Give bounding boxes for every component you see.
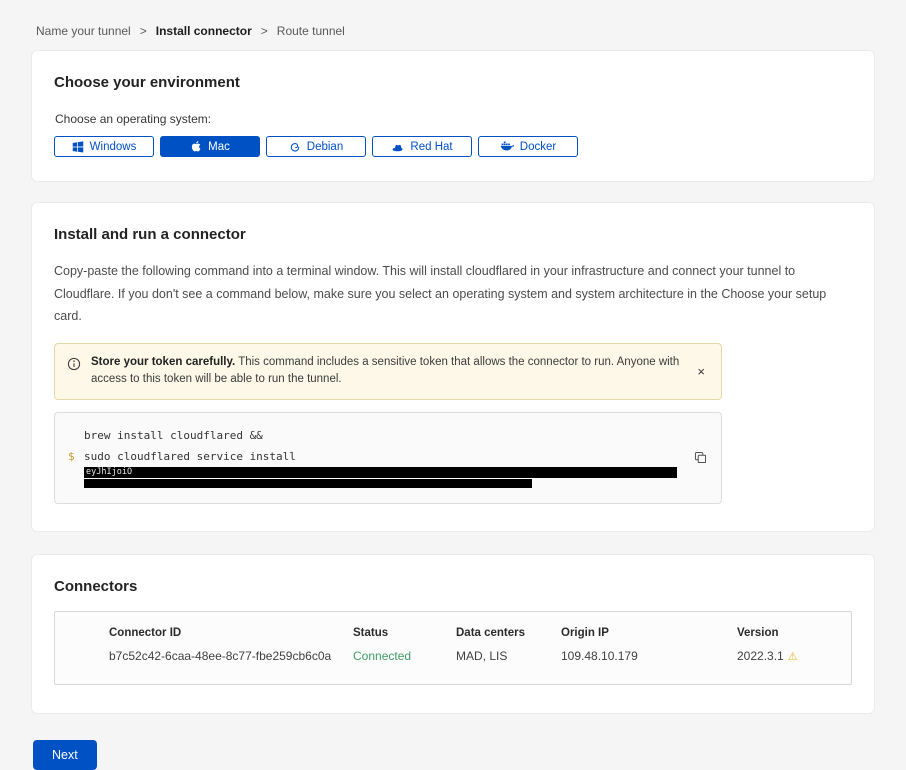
os-button-row: Windows Mac Debian Red Hat Docker (54, 136, 852, 157)
code-line-1-text: brew install cloudflared && (84, 425, 263, 446)
status-badge: Connected (353, 649, 456, 663)
os-button-label: Red Hat (410, 141, 452, 153)
connectors-table-header: Connector ID Status Data centers Origin … (55, 627, 851, 639)
table-row: b7c52c42-6caa-48ee-8c77-fbe259cb6c0a Con… (55, 649, 851, 663)
col-header-data-centers: Data centers (456, 627, 561, 639)
os-button-redhat[interactable]: Red Hat (372, 136, 472, 157)
install-description: Copy-paste the following command into a … (54, 260, 852, 328)
os-button-windows[interactable]: Windows (54, 136, 154, 157)
cell-data-centers: MAD, LIS (456, 649, 561, 663)
install-card-title: Install and run a connector (54, 226, 852, 243)
breadcrumb-step-install-connector[interactable]: Install connector (156, 24, 252, 38)
version-warning-icon: ⚠ (788, 651, 798, 663)
version-value: 2022.3.1 (737, 649, 784, 663)
token-warning-text: Store your token carefully. This command… (91, 354, 683, 390)
windows-icon (72, 141, 84, 153)
os-button-docker[interactable]: Docker (478, 136, 578, 157)
code-prompt-spacer (68, 425, 84, 446)
docker-icon (500, 141, 514, 152)
environment-card-title: Choose your environment (54, 74, 852, 91)
next-button[interactable]: Next (33, 740, 97, 770)
breadcrumb-separator: > (140, 24, 147, 38)
cell-version: 2022.3.1 ⚠ (737, 649, 851, 663)
token-warning-banner: Store your token carefully. This command… (54, 343, 722, 401)
code-line-2: $ sudo cloudflared service install (68, 446, 681, 467)
breadcrumb-separator: > (261, 24, 268, 38)
redhat-icon (391, 141, 404, 153)
shell-prompt: $ (68, 446, 84, 467)
col-header-version: Version (737, 627, 851, 639)
close-icon[interactable]: × (693, 363, 709, 380)
copy-icon[interactable] (692, 449, 709, 469)
os-button-label: Docker (520, 141, 556, 153)
breadcrumb: Name your tunnel > Install connector > R… (0, 0, 906, 38)
redacted-token: eyJhIjoiO (84, 467, 677, 478)
col-header-status: Status (353, 627, 456, 639)
debian-icon (289, 141, 301, 153)
connectors-card: Connectors Connector ID Status Data cent… (31, 554, 875, 714)
install-command-block: brew install cloudflared && $ sudo cloud… (54, 412, 722, 504)
os-button-label: Mac (208, 141, 230, 153)
token-line: eyJhIjoiO (68, 467, 681, 488)
connectors-card-title: Connectors (54, 578, 852, 595)
cell-connector-id: b7c52c42-6caa-48ee-8c77-fbe259cb6c0a (109, 649, 353, 663)
col-header-origin-ip: Origin IP (561, 627, 737, 639)
os-select-label: Choose an operating system: (55, 112, 852, 126)
environment-card: Choose your environment Choose an operat… (31, 50, 875, 182)
cell-origin-ip: 109.48.10.179 (561, 649, 737, 663)
code-line-1: brew install cloudflared && (68, 425, 681, 446)
redacted-token-bar (84, 479, 532, 488)
code-line-2-text: sudo cloudflared service install (84, 446, 296, 467)
info-icon (67, 354, 81, 376)
install-connector-card: Install and run a connector Copy-paste t… (31, 202, 875, 532)
breadcrumb-step-name-your-tunnel[interactable]: Name your tunnel (36, 24, 131, 38)
os-button-label: Windows (90, 141, 137, 153)
breadcrumb-step-route-tunnel[interactable]: Route tunnel (277, 24, 345, 38)
connectors-table: Connector ID Status Data centers Origin … (54, 611, 852, 685)
os-button-label: Debian (307, 141, 343, 153)
os-button-debian[interactable]: Debian (266, 136, 366, 157)
token-warning-bold: Store your token carefully. (91, 356, 235, 368)
apple-icon (190, 140, 202, 153)
os-button-mac[interactable]: Mac (160, 136, 260, 157)
col-header-connector-id: Connector ID (109, 627, 353, 639)
